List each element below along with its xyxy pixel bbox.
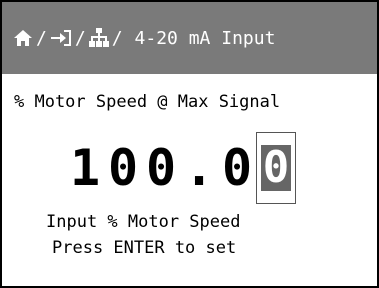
breadcrumb-separator: /: [74, 27, 86, 49]
parameter-label: % Motor Speed @ Max Signal: [14, 92, 281, 112]
selected-digit[interactable]: 0: [261, 145, 291, 191]
page-title: 4-20 mA Input: [134, 27, 276, 49]
device-display: / / / 4-20 mA Input % Motor Speed @ Max …: [0, 0, 379, 288]
value-digit[interactable]: 0: [218, 143, 256, 193]
value-digit[interactable]: 0: [104, 143, 142, 193]
value-digit[interactable]: 0: [142, 143, 180, 193]
help-text-line2: Press ENTER to set: [52, 238, 237, 258]
home-icon[interactable]: [12, 28, 34, 48]
value-digit[interactable]: 1: [66, 143, 104, 193]
breadcrumb-separator: /: [36, 27, 47, 49]
selected-digit-cursor[interactable]: 0: [256, 132, 296, 204]
breadcrumb-header: / / / 4-20 mA Input: [2, 2, 377, 74]
input-arrow-icon[interactable]: [49, 28, 73, 48]
decimal-point: .: [183, 139, 215, 197]
breadcrumb-separator: /: [111, 27, 123, 49]
settings-tree-icon[interactable]: [88, 27, 110, 49]
help-text-line1: Input % Motor Speed: [46, 212, 241, 232]
value-editor[interactable]: 1 0 0 . 0 0: [66, 131, 296, 205]
